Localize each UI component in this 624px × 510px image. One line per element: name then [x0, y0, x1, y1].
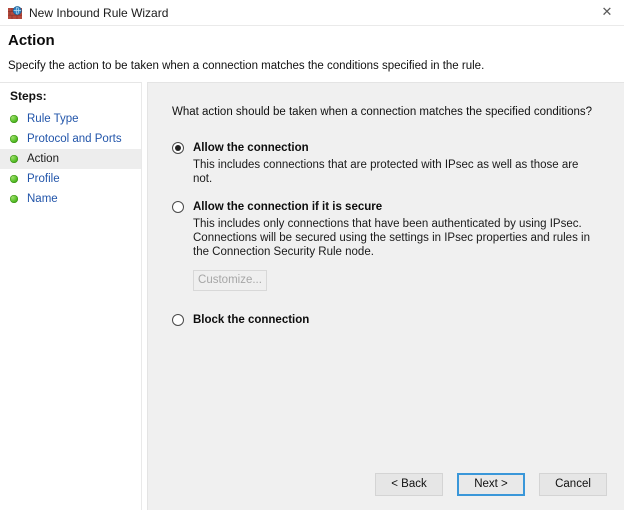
option-description: This includes connections that are prote…	[193, 158, 593, 186]
sidebar-item-label: Protocol and Ports	[27, 132, 122, 146]
step-bullet-icon	[10, 195, 18, 203]
sidebar-item-label: Rule Type	[27, 112, 79, 126]
radio-allow-if-secure[interactable]	[172, 201, 184, 213]
page-header: Action Specify the action to be taken wh…	[0, 26, 624, 82]
customize-button: Customize...	[193, 270, 267, 291]
step-bullet-icon	[10, 135, 18, 143]
content-panel: What action should be taken when a conne…	[147, 82, 624, 510]
option-allow-if-secure[interactable]: Allow the connection if it is secure Thi…	[172, 200, 604, 291]
option-allow-the-connection[interactable]: Allow the connection This includes conne…	[172, 141, 604, 186]
title-bar: New Inbound Rule Wizard ✕	[0, 0, 624, 26]
close-icon[interactable]: ✕	[590, 0, 624, 25]
firewall-wall-globe-icon	[7, 5, 23, 21]
cancel-button[interactable]: Cancel	[539, 473, 607, 496]
option-header[interactable]: Allow the connection	[172, 141, 604, 155]
sidebar-item-protocol-and-ports[interactable]: Protocol and Ports	[0, 129, 141, 149]
sidebar-item-name[interactable]: Name	[0, 189, 141, 209]
new-inbound-rule-wizard-window: New Inbound Rule Wizard ✕ Action Specify…	[0, 0, 624, 510]
option-block-the-connection[interactable]: Block the connection	[172, 313, 604, 327]
sidebar-item-rule-type[interactable]: Rule Type	[0, 109, 141, 129]
steps-label: Steps:	[0, 83, 141, 109]
wizard-footer: < Back Next > Cancel	[375, 473, 607, 496]
step-bullet-icon	[10, 175, 18, 183]
sidebar-item-label: Action	[27, 152, 59, 166]
sidebar-item-label: Profile	[27, 172, 60, 186]
next-button[interactable]: Next >	[457, 473, 525, 496]
option-header[interactable]: Block the connection	[172, 313, 604, 327]
option-description: This includes only connections that have…	[193, 217, 593, 259]
option-title: Block the connection	[193, 313, 309, 327]
wizard-body: Steps: Rule Type Protocol and Ports Acti…	[0, 82, 624, 510]
content-inner: What action should be taken when a conne…	[148, 83, 624, 327]
step-bullet-icon	[10, 155, 18, 163]
page-title: Action	[8, 32, 616, 50]
steps-sidebar: Steps: Rule Type Protocol and Ports Acti…	[0, 82, 142, 510]
page-description: Specify the action to be taken when a co…	[8, 59, 616, 73]
radio-block-the-connection[interactable]	[172, 314, 184, 326]
sidebar-item-action[interactable]: Action	[0, 149, 141, 169]
window-title: New Inbound Rule Wizard	[29, 5, 168, 21]
sidebar-item-label: Name	[27, 192, 58, 206]
action-question: What action should be taken when a conne…	[172, 105, 604, 119]
back-button[interactable]: < Back	[375, 473, 443, 496]
option-title: Allow the connection if it is secure	[193, 200, 382, 214]
sidebar-item-profile[interactable]: Profile	[0, 169, 141, 189]
option-title: Allow the connection	[193, 141, 309, 155]
radio-allow-the-connection[interactable]	[172, 142, 184, 154]
option-header[interactable]: Allow the connection if it is secure	[172, 200, 604, 214]
step-bullet-icon	[10, 115, 18, 123]
